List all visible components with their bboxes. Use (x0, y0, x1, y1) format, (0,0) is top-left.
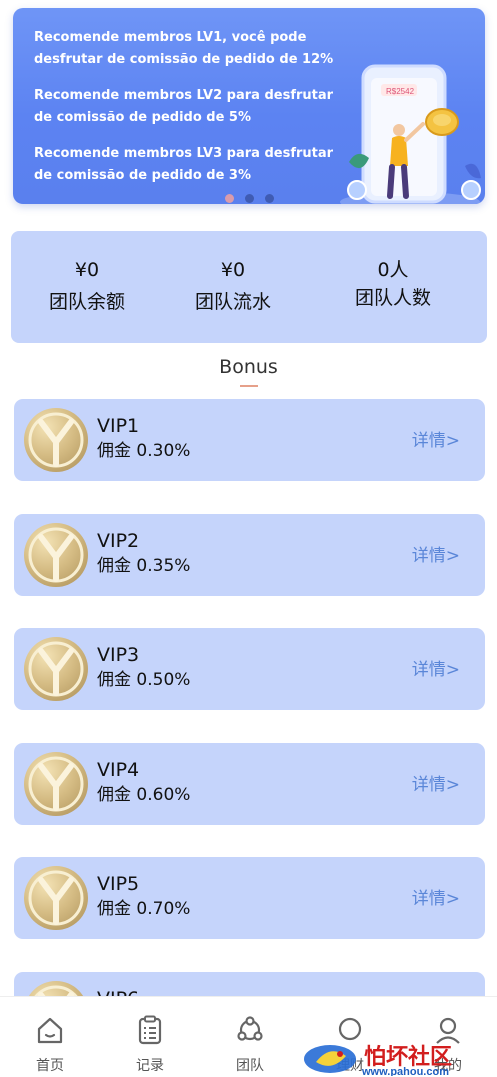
vip-detail-link[interactable]: 详情> (412, 884, 460, 909)
vip-detail-link[interactable]: 详情> (412, 541, 460, 566)
tab-records-label: 记录 (136, 1058, 164, 1074)
tab-home[interactable]: 首页 (0, 997, 100, 1077)
vip-commission-rate: 佣金 0.35% (97, 555, 191, 576)
vip-commission-rate: 佣金 0.50% (97, 670, 191, 690)
wallet-icon (338, 1017, 362, 1041)
carousel-dot[interactable] (225, 194, 234, 203)
tab-records[interactable]: 记录 (100, 997, 200, 1077)
vip-level-name: VIP5 (97, 873, 140, 895)
vip-detail-link[interactable]: 详情> (412, 426, 460, 451)
carousel-dot[interactable] (265, 194, 274, 203)
vip-commission-rate: 佣金 0.60% (97, 784, 191, 805)
vip-card[interactable]: VIP5 佣金 0.70% 详情> (14, 857, 485, 939)
vip-detail-link[interactable]: 详情> (412, 655, 460, 680)
vip-card[interactable]: VIP1 佣金 0.30% 详情> (14, 399, 485, 481)
vip-commission-rate: 佣金 0.70% (97, 899, 191, 919)
vip-logo-icon (24, 408, 88, 472)
team-icon (237, 1016, 263, 1041)
banner-text-line: Recomende membros LV3 para desfrutar (34, 146, 334, 161)
bonus-title-underline (240, 385, 258, 387)
vip-level-name: VIP4 (97, 758, 140, 781)
vip-logo-icon (24, 751, 88, 816)
banner-text-line: desfrutar de comissão de pedido de 12% (34, 52, 334, 67)
tab-team-label: 团队 (236, 1058, 264, 1074)
banner-text-line: de comissão de pedido de 3% (34, 168, 252, 183)
site-watermark: 怕坏社区 www.pahou.com (304, 1044, 452, 1076)
vip-card[interactable]: VIP4 佣金 0.60% 详情> (14, 742, 485, 825)
banner-text-line: de comissão de pedido de 5% (34, 110, 252, 125)
clipboard-icon (138, 1015, 162, 1045)
team-flow-label: 团队流水 (194, 291, 271, 313)
phone-amount: R$2542 (386, 87, 415, 96)
vip-logo-icon (24, 522, 88, 587)
user-icon (436, 1017, 460, 1044)
team-balance-stat: ¥0 团队余额 (12, 258, 162, 314)
banner-text-line: Recomende membros LV2 para desfrutar (34, 88, 334, 103)
team-count-value: 0人 (377, 259, 409, 281)
team-stats-panel: ¥0 团队余额 ¥0 团队流水 0人 团队人数 (11, 231, 487, 343)
watermark-url: www.pahou.com (361, 1066, 449, 1076)
vip-level-name: VIP1 (97, 415, 140, 437)
vip-level-name: VIP3 (97, 644, 140, 666)
banner-text-line: Recomende membros LV1, você pode (34, 30, 307, 45)
carousel-dot[interactable] (245, 194, 254, 203)
team-count-stat: 0人 团队人数 (318, 258, 468, 310)
home-icon (37, 1017, 63, 1044)
promo-banner[interactable]: Recomende membros LV1, você pode desfrut… (13, 8, 485, 204)
tab-team[interactable]: 团队 (200, 997, 300, 1077)
team-count-label: 团队人数 (354, 287, 431, 309)
team-flow-stat: ¥0 团队流水 (158, 258, 308, 314)
team-balance-label: 团队余额 (48, 291, 125, 313)
vip-logo-icon (24, 866, 88, 930)
bonus-section-title: Bonus (219, 356, 278, 378)
team-balance-value: ¥0 (74, 259, 100, 281)
team-flow-value: ¥0 (220, 259, 246, 281)
vip-card[interactable]: VIP3 佣金 0.50% 详情> (14, 628, 485, 710)
banner-illustration: R$2542 (340, 64, 481, 204)
tab-home-label: 首页 (36, 1058, 64, 1074)
vip-card[interactable]: VIP2 佣金 0.35% 详情> (14, 513, 485, 596)
vip-logo-icon (24, 637, 88, 701)
vip-level-name: VIP2 (97, 529, 140, 552)
vip-detail-link[interactable]: 详情> (412, 770, 460, 795)
vip-commission-rate: 佣金 0.30% (97, 441, 191, 461)
